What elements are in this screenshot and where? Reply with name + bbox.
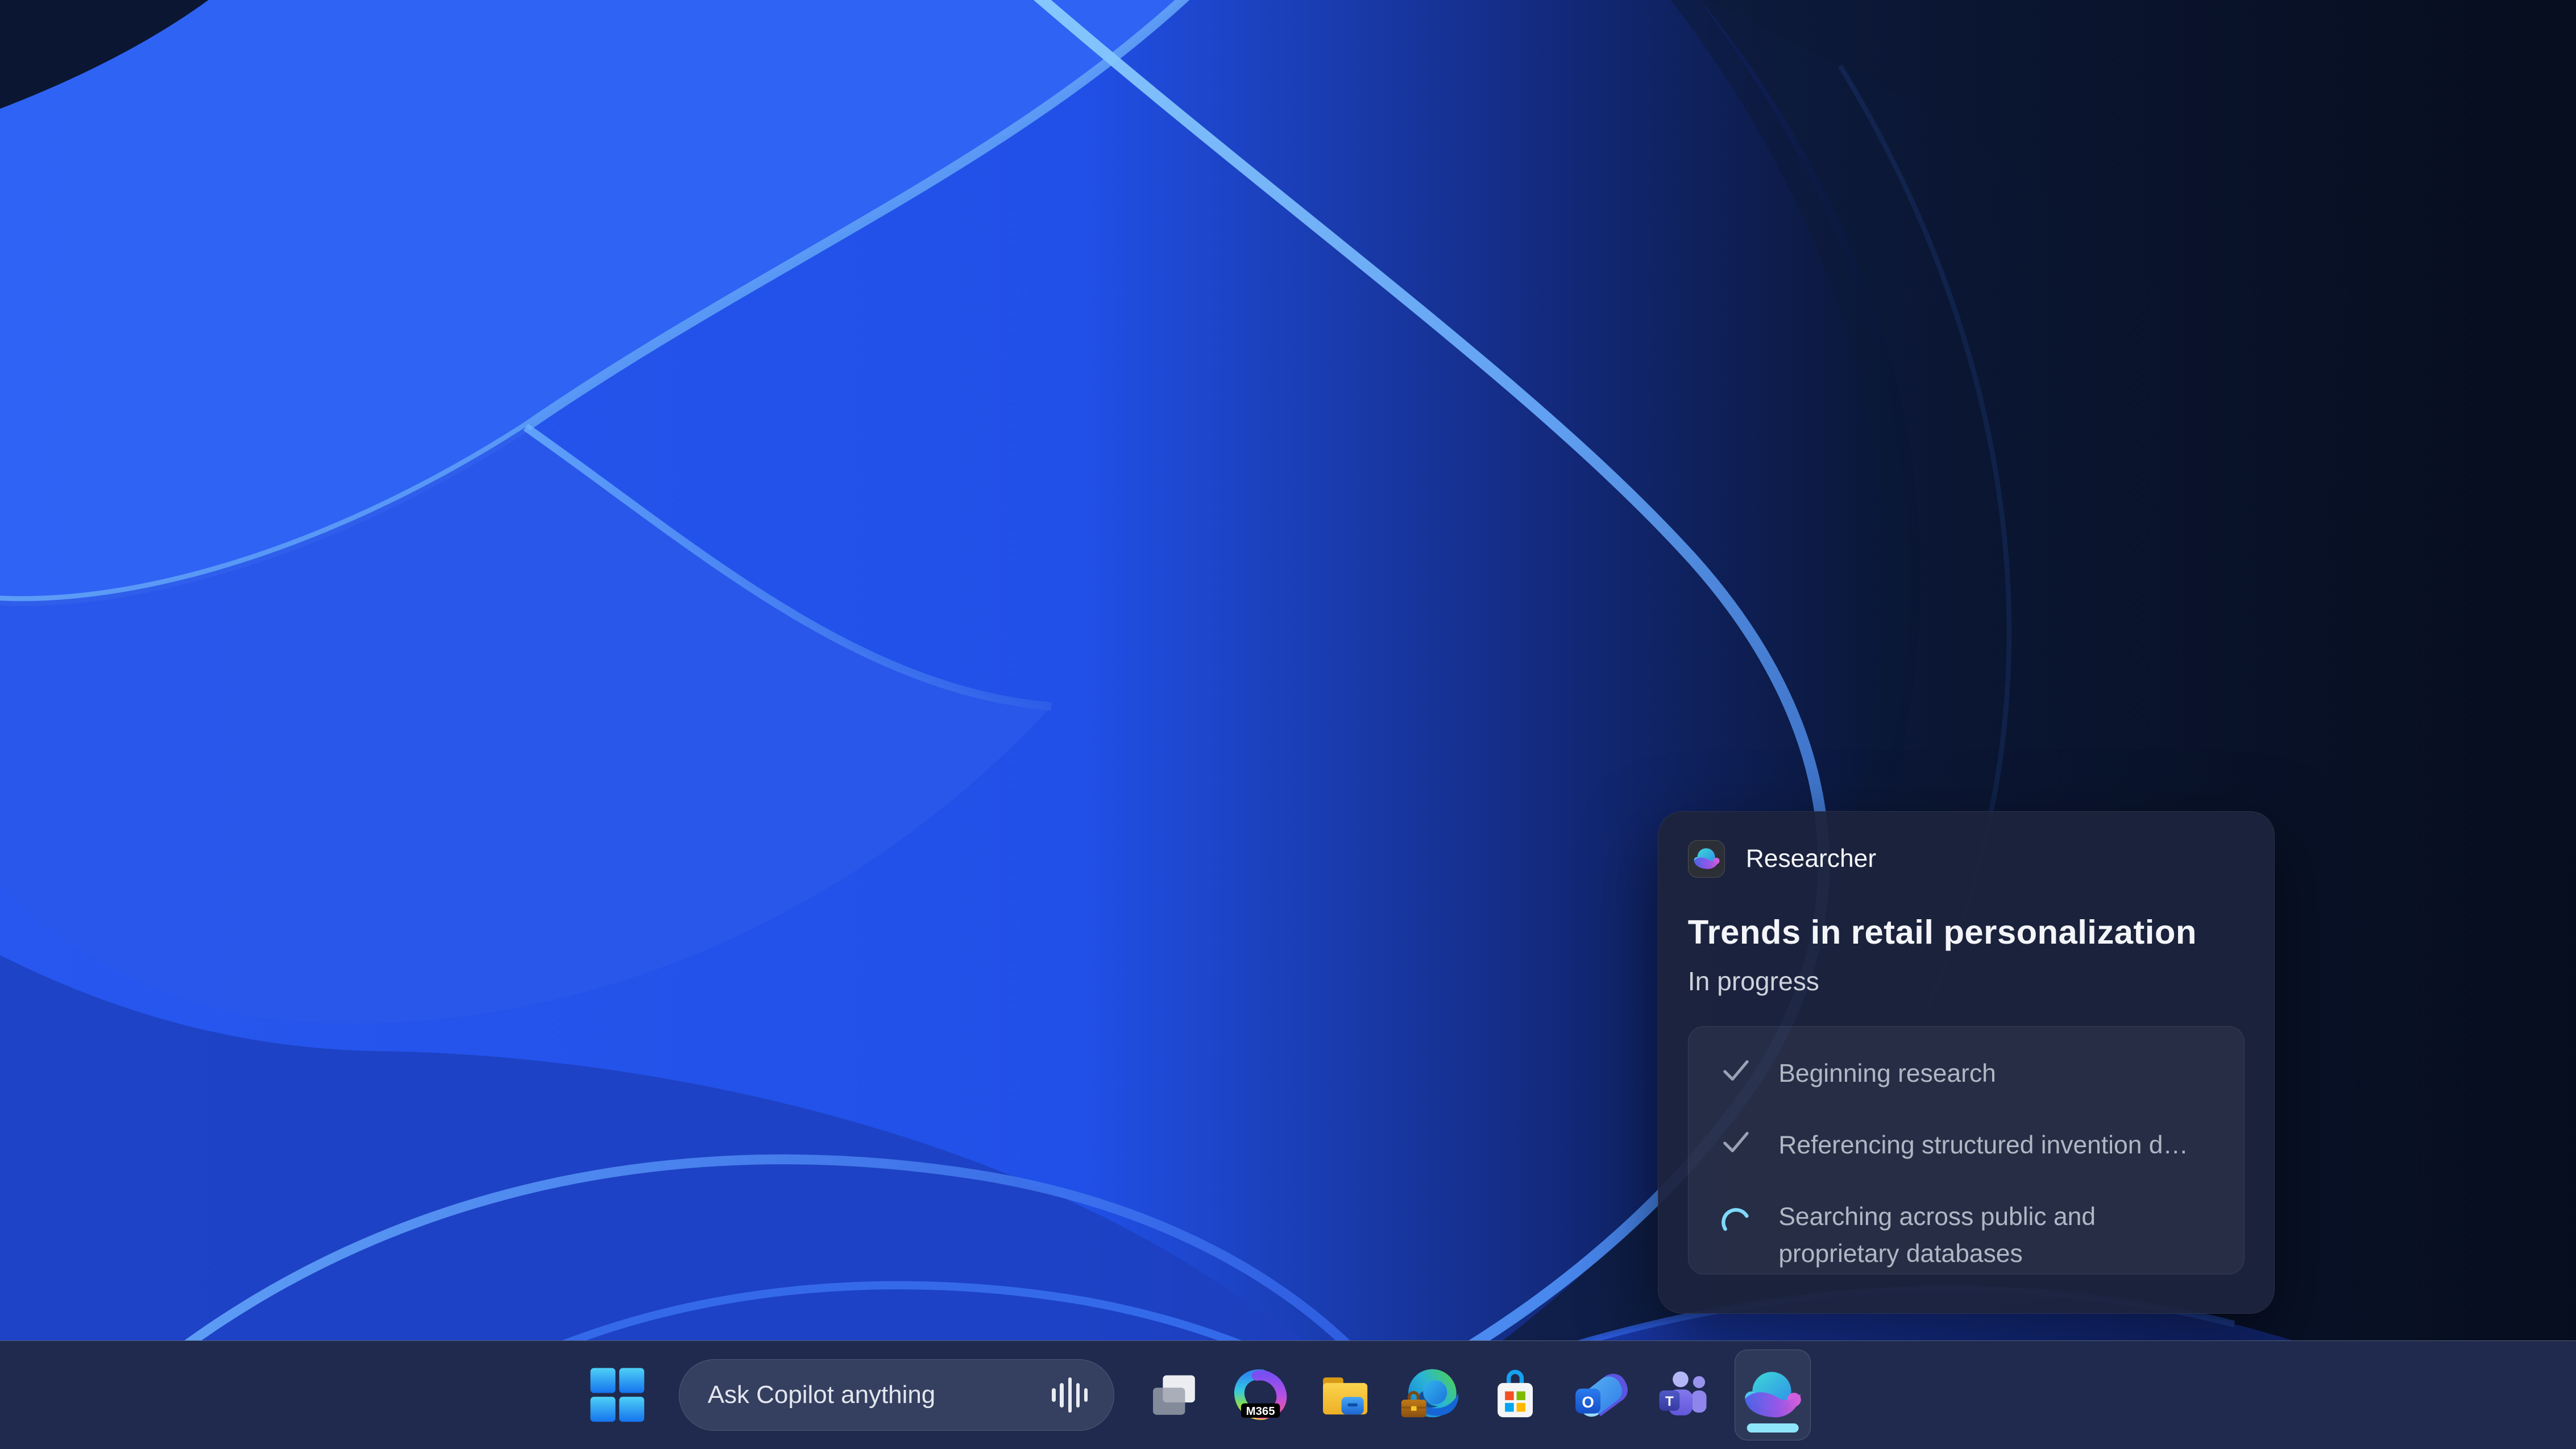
step-label: Beginning research <box>1778 1053 1996 1092</box>
edge-browser-icon <box>1401 1365 1460 1425</box>
copilot-search-box[interactable]: Ask Copilot anything <box>679 1359 1114 1431</box>
researcher-flyout[interactable]: Researcher Trends in retail personalizat… <box>1658 811 2275 1314</box>
research-step-done-1: Beginning research <box>1719 1053 2218 1092</box>
researcher-app-name: Researcher <box>1746 845 1876 873</box>
outlook-badge: O <box>1582 1393 1594 1411</box>
start-button[interactable] <box>582 1350 653 1441</box>
research-title: Trends in retail personalization <box>1688 912 2245 952</box>
desktop: Researcher Trends in retail personalizat… <box>0 0 2576 1449</box>
file-explorer-icon <box>1316 1365 1375 1425</box>
research-step-done-2: Referencing structured invention d… <box>1719 1125 2218 1164</box>
research-status: In progress <box>1688 966 2245 997</box>
taskbar-item-m365-copilot[interactable]: M365 <box>1225 1350 1296 1441</box>
taskbar-item-researcher-active[interactable] <box>1735 1350 1811 1441</box>
taskbar: Ask Copilot anything <box>0 1340 2576 1448</box>
taskbar-item-teams[interactable]: T <box>1650 1350 1721 1441</box>
check-icon <box>1719 1125 1753 1159</box>
researcher-logo-icon <box>1693 845 1720 873</box>
microsoft-store-icon <box>1486 1365 1545 1425</box>
teams-badge: T <box>1665 1394 1674 1409</box>
researcher-flyout-header: Researcher <box>1688 840 2245 878</box>
researcher-logo-icon <box>1743 1365 1802 1425</box>
taskbar-app-cluster: Ask Copilot anything <box>582 1341 1811 1448</box>
taskbar-item-task-view[interactable] <box>1140 1350 1211 1441</box>
teams-icon: T <box>1656 1365 1715 1425</box>
check-icon <box>1719 1053 1753 1087</box>
voice-waveform-icon[interactable] <box>1052 1376 1088 1414</box>
research-steps-panel: Beginning research Referencing structure… <box>1688 1026 2245 1274</box>
active-app-indicator <box>1747 1423 1799 1433</box>
m365-copilot-icon: M365 <box>1231 1365 1290 1425</box>
windows-logo-icon <box>589 1367 646 1423</box>
m365-badge: M365 <box>1246 1405 1275 1418</box>
taskbar-item-outlook[interactable]: O <box>1565 1350 1636 1441</box>
outlook-icon: O <box>1571 1365 1630 1425</box>
taskbar-item-edge-for-business[interactable] <box>1395 1350 1466 1441</box>
task-view-icon <box>1146 1365 1205 1425</box>
spinner-icon <box>1719 1206 1753 1239</box>
search-placeholder: Ask Copilot anything <box>708 1381 936 1409</box>
researcher-app-icon <box>1688 840 1725 878</box>
step-label: Referencing structured invention d… <box>1778 1125 2188 1164</box>
step-label: Searching across public and proprietary … <box>1778 1197 2155 1273</box>
taskbar-item-microsoft-store[interactable] <box>1480 1350 1551 1441</box>
taskbar-item-file-explorer[interactable] <box>1310 1350 1381 1441</box>
research-step-in-progress: Searching across public and proprietary … <box>1719 1197 2218 1273</box>
